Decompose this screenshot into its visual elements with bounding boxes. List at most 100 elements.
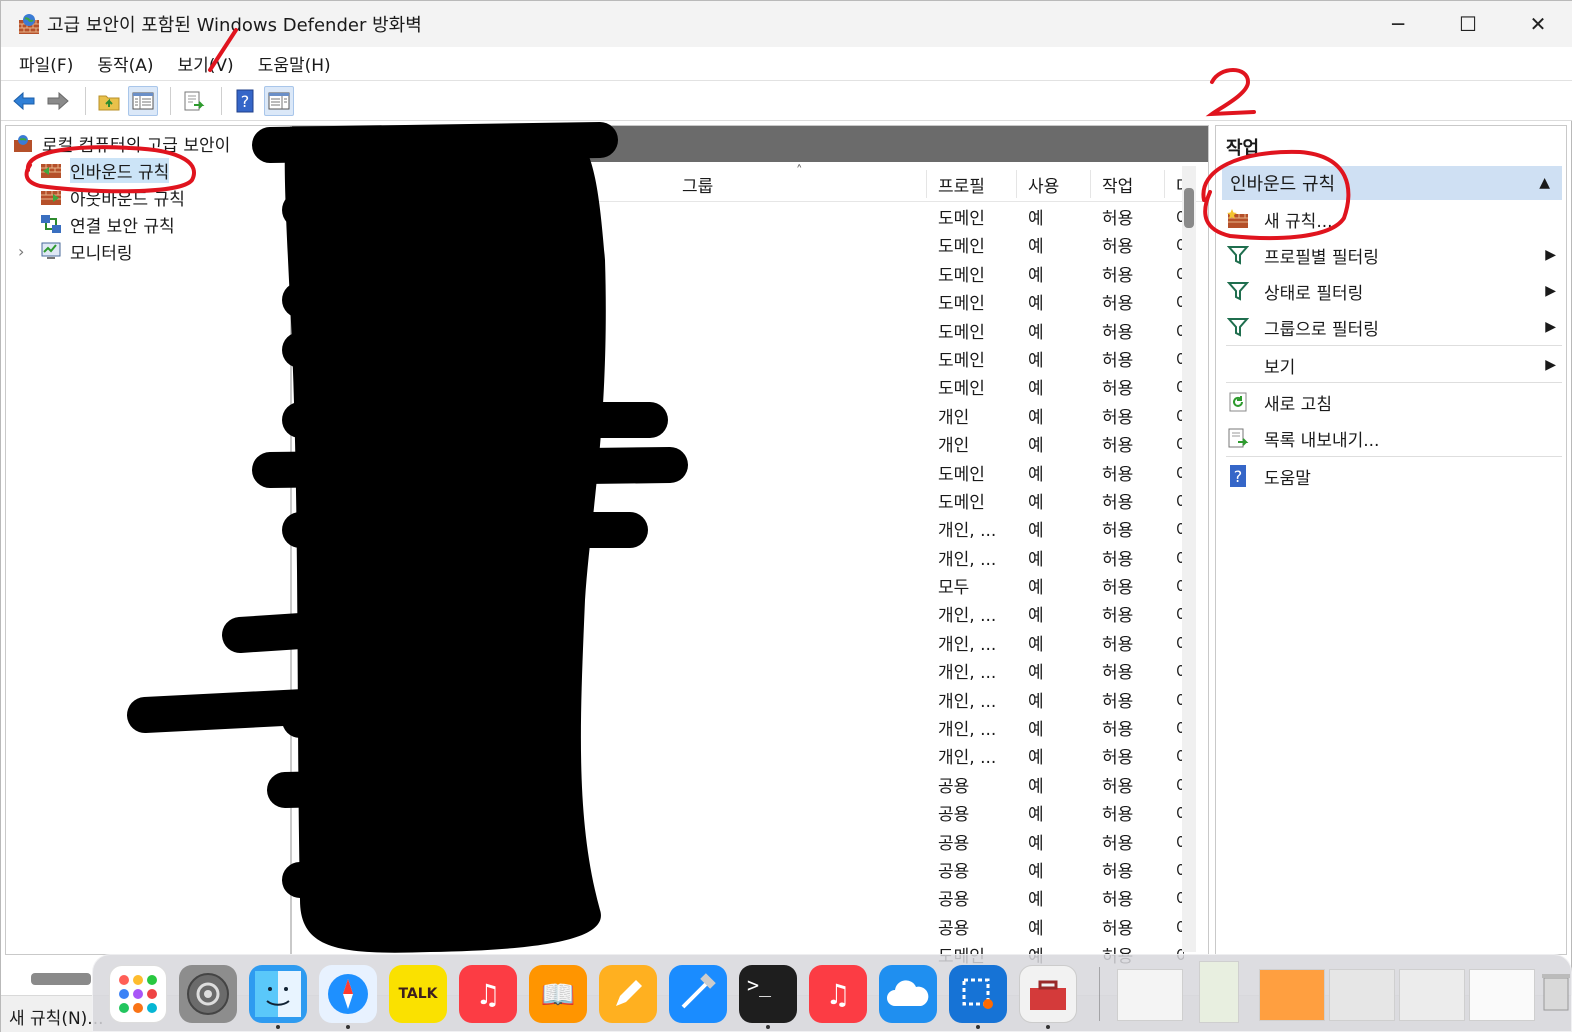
- snipping-app[interactable]: [949, 965, 1007, 1023]
- table-row[interactable]: 공용 예 허용 아: [292, 883, 1184, 911]
- table-row[interactable]: 공용 예 허용 아: [292, 770, 1184, 798]
- table-row[interactable]: 도메인예허용아: [292, 372, 1184, 400]
- back-button[interactable]: [9, 86, 39, 116]
- action-help[interactable]: ? 도움말: [1226, 459, 1562, 493]
- horizontal-scrollbar-thumb[interactable]: [31, 973, 91, 985]
- table-row[interactable]: 도메인예허용아: [292, 287, 1184, 315]
- cell-profile: 도메인: [938, 209, 985, 229]
- cell-enabled: 예: [1028, 265, 1044, 286]
- cell-enabled: 예: [1028, 350, 1044, 371]
- tree-item-connection-security[interactable]: 연결 보안 규칙: [40, 211, 175, 237]
- terminal-app[interactable]: >_: [739, 965, 797, 1023]
- table-row[interactable]: 개인, ... 예 허용 아: [292, 599, 1184, 627]
- column-divider[interactable]: [1090, 170, 1091, 198]
- gear-icon: [187, 973, 229, 1015]
- column-header-profile[interactable]: 프로필: [938, 172, 985, 197]
- table-row[interactable]: 개인, ... 예 허용 아: [292, 543, 1184, 571]
- minimized-window-6[interactable]: [1469, 969, 1535, 1021]
- safari-app[interactable]: [319, 965, 377, 1023]
- tree-item-monitoring[interactable]: › 모니터링: [18, 238, 133, 264]
- table-row[interactable]: 도메인예허용아: [292, 344, 1184, 372]
- cloud-app[interactable]: [879, 965, 937, 1023]
- action-filter-by-state[interactable]: 상태로 필터링 ▶: [1226, 274, 1562, 308]
- action-label: 목록 내보내기...: [1264, 430, 1380, 451]
- cell-action: 허용: [1102, 578, 1134, 599]
- table-row[interactable]: 개인 예 허용 아: [292, 429, 1184, 457]
- trash-app[interactable]: [1539, 963, 1572, 1021]
- vertical-scrollbar[interactable]: [1182, 166, 1196, 952]
- action-filter-by-group[interactable]: 그룹으로 필터링 ▶: [1226, 310, 1562, 344]
- status-text: 새 규칙(N)...: [9, 1009, 104, 1029]
- table-row[interactable]: 공용 예 허용 아: [292, 798, 1184, 826]
- cell-enabled: 예: [1028, 436, 1044, 457]
- table-row[interactable]: 공용 예 허용 아: [292, 855, 1184, 883]
- column-header-enabled[interactable]: 사용: [1028, 172, 1059, 197]
- music-app-2[interactable]: ♫: [809, 965, 867, 1023]
- minimized-window-2[interactable]: [1199, 961, 1239, 1023]
- hammer-icon: [681, 973, 716, 1009]
- minimized-window-1[interactable]: [1117, 969, 1183, 1021]
- table-row[interactable]: 개인, ... 예 허용 아: [292, 685, 1184, 713]
- collapse-up-icon[interactable]: ▲: [1539, 175, 1550, 191]
- menu-action[interactable]: 동작(A): [97, 51, 153, 76]
- action-view[interactable]: 보기 ▶: [1226, 348, 1562, 382]
- help-button[interactable]: ?: [230, 86, 260, 116]
- menu-view[interactable]: 보기(V): [178, 51, 234, 76]
- cell-enabled: 예: [1028, 606, 1044, 627]
- cell-enabled: 예: [1028, 691, 1044, 712]
- table-row[interactable]: 도메인예허용아: [292, 202, 1184, 230]
- minimized-window-4[interactable]: [1329, 969, 1395, 1021]
- system-settings-app[interactable]: [179, 965, 237, 1023]
- export-icon: [184, 91, 205, 110]
- table-row[interactable]: 공용 예 허용 아: [292, 912, 1184, 940]
- pages-app[interactable]: [599, 965, 657, 1023]
- tree-root[interactable]: 로컬 컴퓨터의 고급 보안이: [12, 130, 230, 156]
- tree-item-outbound-rules[interactable]: 아웃바운드 규칙: [40, 184, 185, 210]
- table-row[interactable]: 모두 예 허용 아: [292, 571, 1184, 599]
- launchpad-app[interactable]: [109, 965, 167, 1023]
- table-row[interactable]: 도메인예허용아: [292, 486, 1184, 514]
- up-folder-button[interactable]: [94, 86, 124, 116]
- table-row[interactable]: 공용 예 허용 아: [292, 827, 1184, 855]
- table-row[interactable]: 도메인예허용아: [292, 259, 1184, 287]
- expand-chevron-icon[interactable]: ›: [18, 242, 32, 261]
- table-row[interactable]: 개인, ... 예 허용 아: [292, 741, 1184, 769]
- xcode-app[interactable]: [669, 965, 727, 1023]
- table-row[interactable]: 개인 예 허용 아: [292, 401, 1184, 429]
- column-header-group[interactable]: 그룹: [682, 172, 713, 197]
- toolbox-app[interactable]: [1019, 965, 1077, 1023]
- show-tree-button[interactable]: [128, 85, 158, 116]
- show-action-pane-button[interactable]: [264, 85, 294, 116]
- column-header-action[interactable]: 작업: [1102, 172, 1133, 197]
- kakaotalk-app[interactable]: TALK: [389, 965, 447, 1023]
- table-row[interactable]: 개인, ... 예 허용 아: [292, 656, 1184, 684]
- close-button[interactable]: ✕: [1503, 1, 1572, 47]
- column-divider[interactable]: [926, 170, 927, 198]
- books-app[interactable]: 📖: [529, 965, 587, 1023]
- scrollbar-thumb[interactable]: [1184, 188, 1194, 228]
- maximize-button[interactable]: ☐: [1433, 1, 1503, 47]
- menu-help[interactable]: 도움말(H): [258, 51, 331, 76]
- actions-section-inbound-rules[interactable]: 인바운드 규칙 ▲: [1222, 166, 1562, 200]
- table-row[interactable]: 개인, ... 예 허용 아: [292, 514, 1184, 542]
- minimized-window-5[interactable]: [1399, 969, 1465, 1021]
- column-divider[interactable]: [1016, 170, 1017, 198]
- music-app-1[interactable]: ♫: [459, 965, 517, 1023]
- action-filter-by-profile[interactable]: 프로필별 필터링 ▶: [1226, 238, 1562, 272]
- table-row[interactable]: 개인, ... 예 허용 아: [292, 713, 1184, 741]
- column-divider[interactable]: [1164, 170, 1165, 198]
- action-new-rule[interactable]: 새 규칙...: [1226, 202, 1562, 236]
- minimized-window-3[interactable]: [1259, 969, 1325, 1021]
- menu-file[interactable]: 파일(F): [19, 51, 73, 76]
- export-list-button[interactable]: [179, 86, 209, 116]
- tree-item-inbound-rules[interactable]: 인바운드 규칙: [40, 157, 170, 183]
- forward-button[interactable]: [43, 86, 73, 116]
- finder-app[interactable]: [249, 965, 307, 1023]
- table-row[interactable]: 도메인예허용아: [292, 230, 1184, 258]
- table-row[interactable]: 개인, ... 예 허용 아: [292, 628, 1184, 656]
- action-export-list[interactable]: 목록 내보내기...: [1226, 421, 1562, 455]
- minimize-button[interactable]: ─: [1363, 1, 1433, 47]
- table-row[interactable]: 도메인예허용아: [292, 316, 1184, 344]
- table-row[interactable]: 도메인예허용아: [292, 458, 1184, 486]
- action-refresh[interactable]: 새로 고침: [1226, 385, 1562, 419]
